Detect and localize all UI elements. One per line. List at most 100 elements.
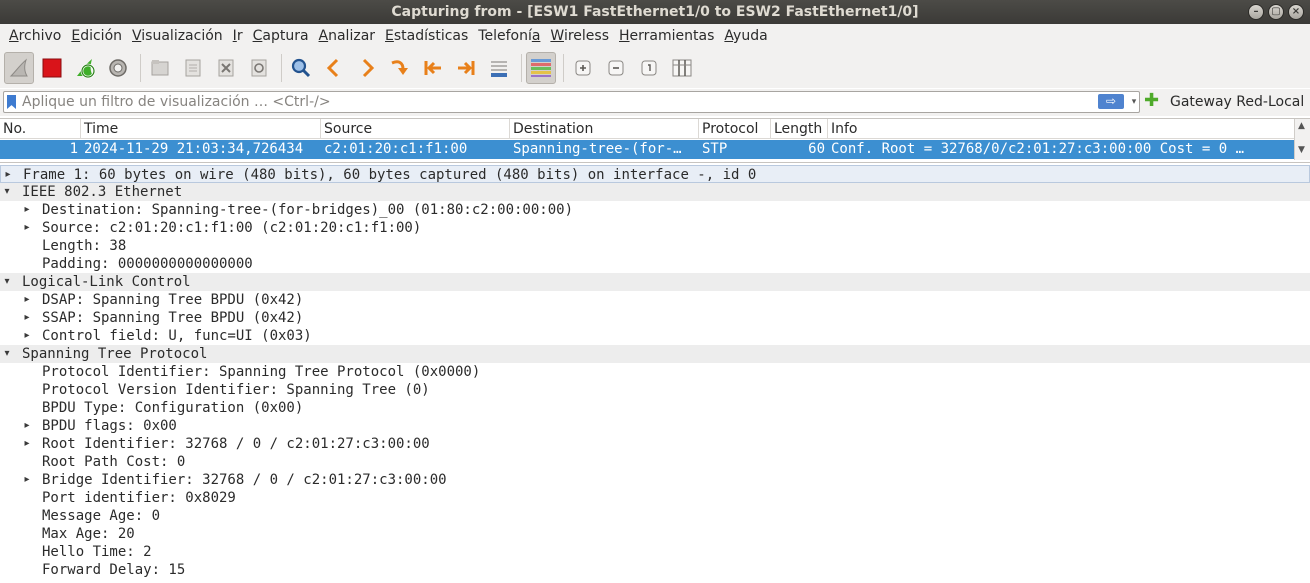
- reload-file-button[interactable]: [244, 52, 274, 84]
- close-file-button[interactable]: [211, 52, 241, 84]
- collapsed-arrow-icon[interactable]: ▸: [22, 291, 32, 309]
- tree-field[interactable]: Root Path Cost: 0: [0, 453, 1310, 471]
- menu-ir[interactable]: Ir: [228, 24, 248, 48]
- column-header-no[interactable]: No.: [0, 119, 81, 139]
- apply-filter-button[interactable]: ⇨: [1098, 94, 1124, 109]
- tree-field[interactable]: Length: 38: [0, 237, 1310, 255]
- menu-edici-n[interactable]: Edición: [66, 24, 127, 48]
- tree-item-label: Bridge Identifier: 32768 / 0 / c2:01:27:…: [42, 472, 447, 488]
- arrow-right-icon: ⇨: [1105, 94, 1117, 108]
- collapsed-arrow-icon[interactable]: ▸: [3, 166, 13, 184]
- open-file-button[interactable]: [145, 52, 175, 84]
- column-header-source[interactable]: Source: [321, 119, 510, 139]
- jump-icon: [391, 60, 408, 75]
- collapsed-arrow-icon[interactable]: ▸: [22, 219, 32, 237]
- tree-field[interactable]: ▸ DSAP: Spanning Tree BPDU (0x42): [0, 291, 1310, 309]
- tree-field[interactable]: ▸ Bridge Identifier: 32768 / 0 / c2:01:27…: [0, 471, 1310, 489]
- add-filter-button[interactable]: ✚: [1144, 92, 1159, 110]
- window-title: Capturing from - [ESW1 FastEthernet1/0 t…: [391, 4, 919, 20]
- tree-protocol-header[interactable]: ▾ IEEE 802.3 Ethernet: [0, 183, 1310, 201]
- tree-field[interactable]: Port identifier: 0x8029: [0, 489, 1310, 507]
- menu-herramientas[interactable]: Herramientas: [614, 24, 719, 48]
- packet-row[interactable]: 1 2024-11-29 21:03:34,726434 c2:01:20:c1…: [0, 140, 1294, 159]
- column-header-protocol[interactable]: Protocol: [699, 119, 771, 139]
- column-header-time[interactable]: Time: [81, 119, 321, 139]
- tree-field[interactable]: Padding: 0000000000000000: [0, 255, 1310, 273]
- tree-item-label: Spanning Tree Protocol: [22, 346, 208, 362]
- tree-field[interactable]: ▸ Control field: U, func=UI (0x03): [0, 327, 1310, 345]
- collapsed-arrow-icon[interactable]: ▸: [22, 327, 32, 345]
- menu-ayuda[interactable]: Ayuda: [719, 24, 772, 48]
- minimize-button[interactable]: –: [1248, 4, 1264, 20]
- tree-item-label: DSAP: Spanning Tree BPDU (0x42): [42, 292, 304, 308]
- go-forward-button[interactable]: [352, 52, 382, 84]
- menu-telefon-a[interactable]: Telefonía: [473, 24, 545, 48]
- tree-field[interactable]: BPDU Type: Configuration (0x00): [0, 399, 1310, 417]
- tree-field[interactable]: Protocol Version Identifier: Spanning Tr…: [0, 381, 1310, 399]
- bookmark-icon[interactable]: [7, 95, 16, 109]
- toolbar-separator: [281, 54, 282, 82]
- column-header-length[interactable]: Length: [771, 119, 828, 139]
- zoom-reset-button[interactable]: [634, 52, 664, 84]
- tree-protocol-header[interactable]: ▾ Spanning Tree Protocol: [0, 345, 1310, 363]
- menu-archivo[interactable]: Archivo: [4, 24, 66, 48]
- zoom-in-button[interactable]: [568, 52, 598, 84]
- toolbar-separator: [563, 54, 564, 82]
- resize-columns-button[interactable]: [667, 52, 697, 84]
- collapsed-arrow-icon[interactable]: ▸: [22, 309, 32, 327]
- forward-icon: [362, 58, 375, 78]
- expanded-arrow-icon[interactable]: ▾: [2, 345, 12, 363]
- menu-wireless[interactable]: Wireless: [545, 24, 614, 48]
- stop-capture-button[interactable]: [37, 52, 67, 84]
- tree-protocol-header[interactable]: ▾ Logical-Link Control: [0, 273, 1310, 291]
- display-filter-input[interactable]: [22, 92, 1092, 112]
- start-capture-button[interactable]: [4, 52, 34, 84]
- colorize-button[interactable]: [526, 52, 556, 84]
- tree-field[interactable]: Protocol Identifier: Spanning Tree Proto…: [0, 363, 1310, 381]
- scroll-up-icon[interactable]: ▲: [1298, 121, 1305, 131]
- tree-field[interactable]: ▸ BPDU flags: 0x00: [0, 417, 1310, 435]
- tree-protocol-header[interactable]: ▸ Frame 1: 60 bytes on wire (480 bits), 6…: [0, 165, 1310, 183]
- collapsed-arrow-icon[interactable]: ▸: [22, 435, 32, 453]
- last-packet-icon: [458, 61, 475, 75]
- collapsed-arrow-icon[interactable]: ▸: [22, 471, 32, 489]
- filter-history-dropdown[interactable]: ▾: [1128, 92, 1140, 112]
- menu-captura[interactable]: Captura: [248, 24, 314, 48]
- expanded-arrow-icon[interactable]: ▾: [2, 183, 12, 201]
- go-to-packet-button[interactable]: [385, 52, 415, 84]
- tree-field[interactable]: ▸ Source: c2:01:20:c1:f1:00 (c2:01:20:c1:…: [0, 219, 1310, 237]
- tree-field[interactable]: ▸ SSAP: Spanning Tree BPDU (0x42): [0, 309, 1310, 327]
- filter-button-gateway-red-local[interactable]: Gateway Red-Local: [1170, 94, 1304, 110]
- tree-field[interactable]: Hello Time: 2: [0, 543, 1310, 561]
- expanded-arrow-icon[interactable]: ▾: [2, 273, 12, 291]
- menu-analizar[interactable]: Analizar: [314, 24, 381, 48]
- restart-icon: [77, 59, 96, 79]
- close-button[interactable]: ×: [1288, 4, 1304, 20]
- column-header-destination[interactable]: Destination: [510, 119, 699, 139]
- last-packet-button[interactable]: [451, 52, 481, 84]
- tree-field[interactable]: Max Age: 20: [0, 525, 1310, 543]
- menu-visualizaci-n[interactable]: Visualización: [127, 24, 228, 48]
- collapsed-arrow-icon[interactable]: ▸: [22, 417, 32, 435]
- open-file-icon: [151, 60, 169, 76]
- tree-item-label: Max Age: 20: [42, 526, 135, 542]
- scroll-down-icon[interactable]: ▼: [1298, 145, 1305, 155]
- zoom-out-button[interactable]: [601, 52, 631, 84]
- menu-estad-sticas[interactable]: Estadísticas: [380, 24, 473, 48]
- find-packet-button[interactable]: [286, 52, 316, 84]
- capture-options-button[interactable]: [103, 52, 133, 84]
- tree-field[interactable]: Message Age: 0: [0, 507, 1310, 525]
- go-back-button[interactable]: [319, 52, 349, 84]
- restart-capture-button[interactable]: [70, 52, 100, 84]
- packet-list-scrollbar[interactable]: ▲ ▼: [1294, 119, 1310, 160]
- window-controls: – ▢ ×: [1248, 4, 1304, 20]
- column-header-info[interactable]: Info: [828, 119, 1294, 139]
- autoscroll-button[interactable]: [484, 52, 514, 84]
- first-packet-button[interactable]: [418, 52, 448, 84]
- tree-field[interactable]: ▸ Destination: Spanning-tree-(for-bridges…: [0, 201, 1310, 219]
- maximize-button[interactable]: ▢: [1268, 4, 1284, 20]
- tree-field[interactable]: Forward Delay: 15: [0, 561, 1310, 579]
- tree-field[interactable]: ▸ Root Identifier: 32768 / 0 / c2:01:27:c…: [0, 435, 1310, 453]
- save-file-button[interactable]: [178, 52, 208, 84]
- collapsed-arrow-icon[interactable]: ▸: [22, 201, 32, 219]
